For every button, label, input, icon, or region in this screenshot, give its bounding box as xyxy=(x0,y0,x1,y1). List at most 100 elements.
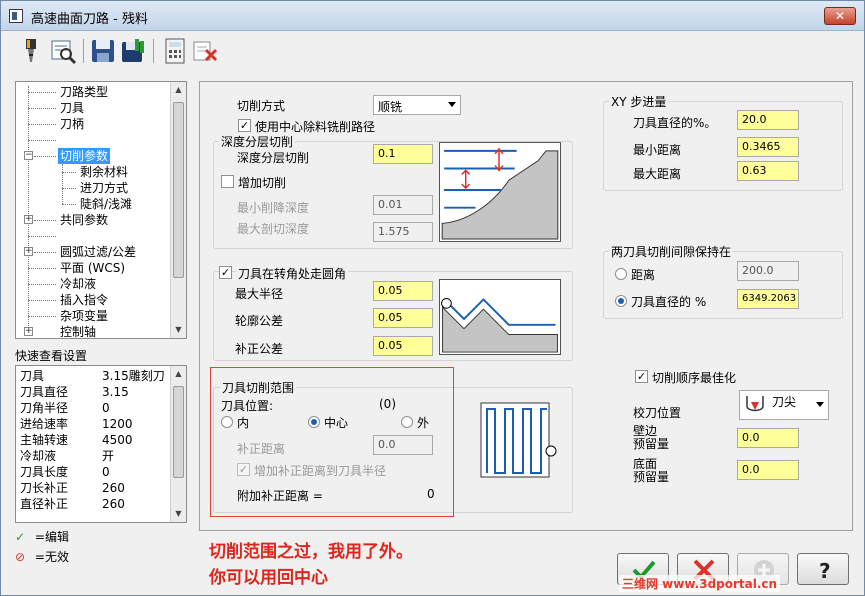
max-radius-input[interactable]: 0.05 xyxy=(373,281,433,301)
calculator-button[interactable] xyxy=(161,37,189,65)
tree-item-entry[interactable]: 进刀方式 xyxy=(80,180,128,196)
corner-round-illustration xyxy=(439,279,561,355)
expand-icon[interactable]: + xyxy=(24,327,33,336)
close-button[interactable]: ✕ xyxy=(824,7,856,25)
tool-tip-icon xyxy=(746,396,764,412)
gap-dist-input[interactable]: 200.0 xyxy=(737,261,799,281)
row-value: 0 xyxy=(102,401,110,415)
tree-line xyxy=(28,316,56,317)
tree-item-misc-vars[interactable]: 杂项变量 xyxy=(60,308,108,324)
add-offset-label: 增加补正距离到刀具半径 xyxy=(254,464,387,478)
add-offset-checkbox[interactable]: ✓ xyxy=(237,463,250,476)
extra-offset-label: 附加补正距离 = xyxy=(237,489,323,503)
add-cut-checkbox[interactable] xyxy=(221,175,234,188)
tree-item-remaining-stock[interactable]: 剩余材料 xyxy=(80,164,128,180)
offset-dist-input[interactable]: 0.0 xyxy=(373,435,433,455)
scroll-down-icon[interactable]: ▼ xyxy=(171,506,186,522)
row-key: 刀具长度 xyxy=(20,465,69,479)
toolbar-separator xyxy=(83,39,84,63)
row-value: 260 xyxy=(102,481,125,495)
tool-icon xyxy=(26,39,36,62)
max-cut-input[interactable]: 1.575 xyxy=(373,222,433,242)
save-button[interactable] xyxy=(89,37,117,65)
scroll-up-icon[interactable]: ▲ xyxy=(171,366,186,382)
scroll-down-icon[interactable]: ▼ xyxy=(171,322,186,338)
pos-in-radio[interactable] xyxy=(221,416,233,428)
expand-icon[interactable]: + xyxy=(24,247,33,256)
row-key: 刀具 xyxy=(20,369,45,383)
row-value: 开 xyxy=(102,449,115,463)
tree-item-cut-params[interactable]: 切削参数 xyxy=(58,148,111,164)
tree-item-coolant[interactable]: 冷却液 xyxy=(60,276,96,292)
gap-pct-input[interactable]: 6349.2063 xyxy=(737,289,799,309)
center-path-checkbox[interactable]: ✓ xyxy=(238,119,251,132)
extra-offset-value: 0 xyxy=(427,487,435,501)
tree-item-holder[interactable]: 刀柄 xyxy=(60,116,84,132)
svg-text:?: ? xyxy=(819,559,831,582)
close-icon: ✕ xyxy=(834,9,846,23)
tree-line xyxy=(28,236,56,237)
tool-dia-pct-input[interactable]: 20.0 xyxy=(737,110,799,130)
row-value: 1200 xyxy=(102,417,133,431)
row-value: 260 xyxy=(102,497,125,511)
preview-icon xyxy=(51,40,77,65)
tree-item-common-params[interactable]: 共同参数 xyxy=(60,212,108,228)
tree-item-steep-shallow[interactable]: 陡斜/浅滩 xyxy=(80,196,132,212)
depth-cut-label: 深度分层切削 xyxy=(237,151,310,165)
tree-item-arc-filter[interactable]: 圆弧过滤/公差 xyxy=(60,244,136,260)
scroll-up-icon[interactable]: ▲ xyxy=(171,82,186,98)
min-step-input[interactable]: 0.01 xyxy=(373,195,433,215)
tree-line xyxy=(34,220,56,221)
delete-button[interactable] xyxy=(191,37,219,65)
pos-out-label: 外 xyxy=(417,416,430,430)
chevron-down-icon xyxy=(448,102,456,107)
pos-center-radio[interactable] xyxy=(308,416,320,428)
tree-item-tool[interactable]: 刀具 xyxy=(60,100,84,116)
pos-out-radio[interactable] xyxy=(401,416,413,428)
collapse-icon[interactable]: − xyxy=(24,151,33,160)
min-dist-input[interactable]: 0.3465 xyxy=(737,137,799,157)
cal-pos-select[interactable]: 刀尖 xyxy=(739,390,829,420)
row-value: 4500 xyxy=(102,433,133,447)
tree-line xyxy=(62,188,76,189)
tree-item-insert[interactable]: 插入指令 xyxy=(60,292,108,308)
save-icon xyxy=(92,40,114,62)
toolbar xyxy=(1,31,864,71)
save-lib-icon xyxy=(122,39,144,62)
cut-method-select[interactable]: 顺铣 xyxy=(373,95,461,115)
floor-stock-input[interactable]: 0.0 xyxy=(737,460,799,480)
max-dist-input[interactable]: 0.63 xyxy=(737,161,799,181)
gap-pct-radio[interactable] xyxy=(615,295,627,307)
scroll-thumb[interactable] xyxy=(173,386,184,478)
tree-item-plane[interactable]: 平面 (WCS) xyxy=(60,260,125,276)
preview-button[interactable] xyxy=(49,37,77,65)
corner-round-checkbox[interactable]: ✓ xyxy=(219,266,232,279)
tree-line xyxy=(28,108,56,109)
title-bar: 高速曲面刀路 - 残料 ✕ xyxy=(1,1,864,31)
max-dist-label: 最大距离 xyxy=(633,167,682,181)
wall-stock-label-line2: 预留量 xyxy=(633,437,670,451)
save-library-button[interactable] xyxy=(119,37,147,65)
tool-range-illustration xyxy=(480,402,557,478)
profile-tol-input[interactable]: 0.05 xyxy=(373,308,433,328)
optimize-order-checkbox[interactable]: ✓ xyxy=(635,370,648,383)
offset-tol-input[interactable]: 0.05 xyxy=(373,336,433,356)
delete-icon xyxy=(193,41,218,62)
tree-line xyxy=(28,140,56,141)
gap-dist-radio[interactable] xyxy=(615,268,627,280)
dialog-window: 高速曲面刀路 - 残料 ✕ 刀路类型 刀具 刀柄 − 切削参数 剩余材料 进刀方… xyxy=(0,0,865,596)
tree-item-axis-control[interactable]: 控制轴 xyxy=(60,324,96,338)
expand-icon[interactable]: + xyxy=(24,215,33,224)
wall-stock-input[interactable]: 0.0 xyxy=(737,428,799,448)
quickview-scrollbar[interactable]: ▲ ▼ xyxy=(170,366,186,522)
tree-scrollbar[interactable]: ▲ ▼ xyxy=(170,82,186,338)
tool-button[interactable] xyxy=(17,37,45,65)
cut-method-label: 切削方式 xyxy=(237,99,286,113)
parameter-tree[interactable]: 刀路类型 刀具 刀柄 − 切削参数 剩余材料 进刀方式 陡斜/浅滩 + 共同参数… xyxy=(15,81,187,339)
scroll-thumb[interactable] xyxy=(173,102,184,278)
check-icon: ✓ xyxy=(15,530,26,544)
depth-cut-input[interactable]: 0.1 xyxy=(373,144,433,164)
tree-item-toolpath-type[interactable]: 刀路类型 xyxy=(60,84,108,100)
window-title: 高速曲面刀路 - 残料 xyxy=(31,12,148,27)
help-button[interactable]: ? xyxy=(797,553,849,585)
